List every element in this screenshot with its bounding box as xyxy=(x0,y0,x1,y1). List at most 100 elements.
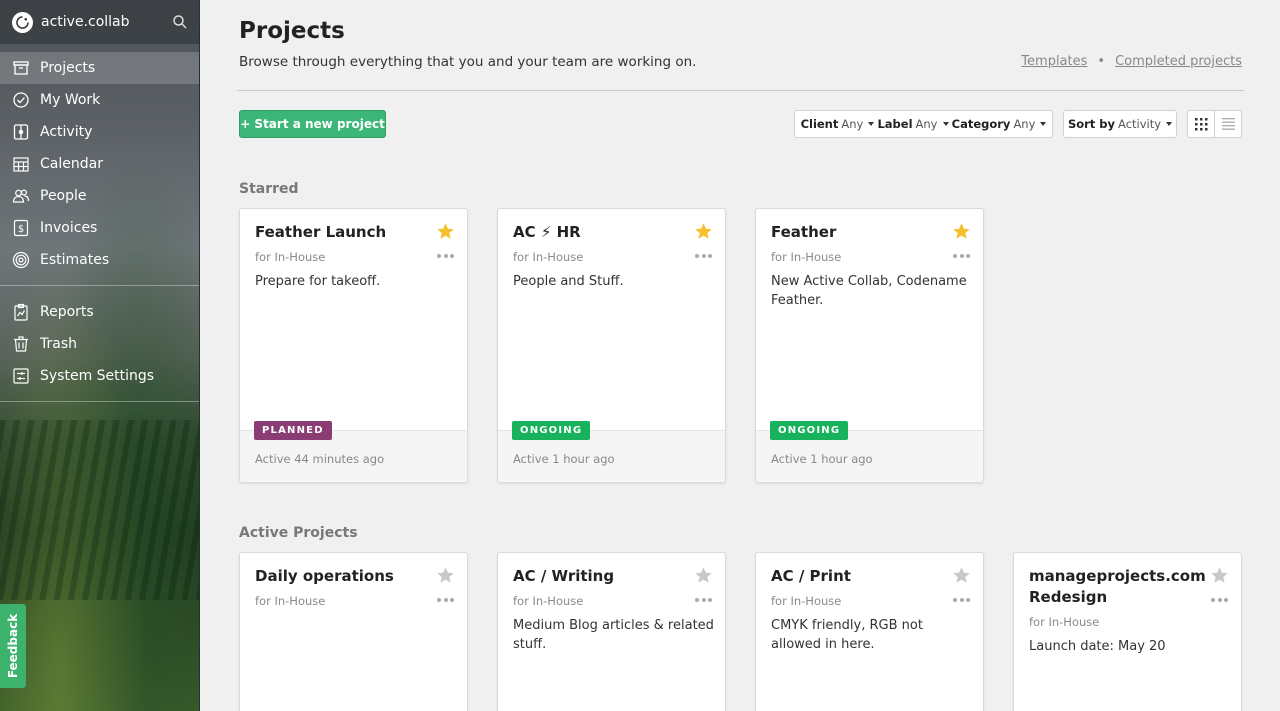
category-filter[interactable]: Category Any xyxy=(952,117,1047,131)
check-circle-icon xyxy=(12,91,30,109)
project-title[interactable]: AC ⚡ HR xyxy=(513,222,688,243)
page-subtitle: Browse through everything that you and y… xyxy=(239,54,697,70)
filter-value: Any xyxy=(841,117,864,131)
filter-value: Any xyxy=(1013,117,1036,131)
grid-view-button[interactable] xyxy=(1188,111,1214,137)
star-outline-icon[interactable] xyxy=(694,566,713,585)
caret-down-icon xyxy=(942,122,949,126)
star-outline-icon[interactable] xyxy=(952,566,971,585)
label-filter[interactable]: Label Any xyxy=(877,117,949,131)
settings-sliders-icon xyxy=(12,367,30,385)
status-badge: ONGOING xyxy=(512,421,591,440)
sidebar-header: active.collab xyxy=(0,0,199,44)
more-options-icon[interactable] xyxy=(437,598,454,604)
grid-view-icon xyxy=(1194,117,1208,130)
project-client: for In-House xyxy=(255,250,326,264)
sort-label: Sort by xyxy=(1067,117,1116,131)
project-title[interactable]: AC / Print xyxy=(771,566,946,587)
sidebar-item-estimates[interactable]: Estimates xyxy=(0,244,199,276)
star-outline-icon[interactable] xyxy=(1210,566,1229,585)
project-description: Prepare for takeoff. xyxy=(255,274,381,289)
feedback-label: Feedback xyxy=(6,613,21,679)
sidebar-item-trash[interactable]: Trash xyxy=(0,328,199,360)
activity-icon xyxy=(12,123,30,141)
sidebar-item-my-work[interactable]: My Work xyxy=(0,84,199,116)
project-card[interactable]: AC / Print for In-House CMYK friendly, R… xyxy=(755,552,984,711)
filter-label: Label xyxy=(877,117,913,131)
project-card[interactable]: manageprojects.com Redesign for In-House… xyxy=(1013,552,1242,711)
sidebar-item-reports[interactable]: Reports xyxy=(0,296,199,328)
start-new-project-button[interactable]: + Start a new project xyxy=(239,110,386,138)
app-logo-icon[interactable] xyxy=(12,11,33,33)
sidebar-item-label: Activity xyxy=(40,124,93,140)
estimates-icon xyxy=(12,251,30,269)
header-divider xyxy=(237,90,1244,91)
project-client: for In-House xyxy=(255,594,326,608)
project-activity: Active 1 hour ago xyxy=(771,452,873,466)
project-card[interactable]: Feather Launch for In-House Prepare for … xyxy=(239,208,468,483)
sidebar-item-label: Estimates xyxy=(40,252,110,268)
project-description: Medium Blog articles & related stuff. xyxy=(513,618,714,652)
project-description: CMYK friendly, RGB not allowed in here. xyxy=(771,618,923,652)
sidebar-divider xyxy=(0,401,199,402)
sidebar-item-projects[interactable]: Projects xyxy=(0,52,199,84)
project-card[interactable]: Feather for In-House New Active Collab, … xyxy=(755,208,984,483)
more-options-icon[interactable] xyxy=(1211,598,1228,604)
project-title[interactable]: Daily operations xyxy=(255,566,430,587)
list-view-icon xyxy=(1221,118,1235,130)
project-card[interactable]: AC ⚡ HR for In-House People and Stuff. O… xyxy=(497,208,726,483)
caret-down-icon xyxy=(868,122,875,126)
filter-bar: Client Any Label Any Category Any xyxy=(794,110,1053,138)
star-filled-icon[interactable] xyxy=(694,222,713,241)
calendar-icon xyxy=(12,155,30,173)
more-options-icon[interactable] xyxy=(695,254,712,260)
sidebar-item-activity[interactable]: Activity xyxy=(0,116,199,148)
project-card[interactable]: AC / Writing for In-House Medium Blog ar… xyxy=(497,552,726,711)
sidebar: active.collab Projects My Work Activity … xyxy=(0,0,200,711)
project-client: for In-House xyxy=(513,250,584,264)
link-separator: • xyxy=(1097,54,1106,69)
sidebar-item-label: My Work xyxy=(40,92,101,108)
sidebar-item-label: Trash xyxy=(40,336,77,352)
star-filled-icon[interactable] xyxy=(436,222,455,241)
project-description: People and Stuff. xyxy=(513,274,624,289)
project-title[interactable]: Feather Launch xyxy=(255,222,430,243)
more-options-icon[interactable] xyxy=(437,254,454,260)
search-icon[interactable] xyxy=(172,14,188,30)
sidebar-item-label: People xyxy=(40,188,87,204)
projects-icon xyxy=(12,59,30,77)
invoices-icon: $ xyxy=(12,219,30,237)
status-badge: ONGOING xyxy=(770,421,849,440)
more-options-icon[interactable] xyxy=(953,598,970,604)
sidebar-item-people[interactable]: People xyxy=(0,180,199,212)
header-links: Templates • Completed projects xyxy=(1021,54,1242,69)
project-client: for In-House xyxy=(1029,615,1100,629)
project-description: Launch date: May 20 xyxy=(1029,639,1166,654)
project-title[interactable]: Feather xyxy=(771,222,946,243)
star-outline-icon[interactable] xyxy=(436,566,455,585)
templates-link[interactable]: Templates xyxy=(1021,54,1087,69)
feedback-tab[interactable]: Feedback xyxy=(0,604,26,688)
sidebar-item-calendar[interactable]: Calendar xyxy=(0,148,199,180)
active-section-title: Active Projects xyxy=(239,525,358,541)
sort-dropdown[interactable]: Sort by Activity xyxy=(1063,110,1177,138)
star-filled-icon[interactable] xyxy=(952,222,971,241)
project-title[interactable]: manageprojects.com Redesign xyxy=(1029,566,1206,608)
app-brand[interactable]: active.collab xyxy=(41,14,172,30)
project-client: for In-House xyxy=(771,250,842,264)
completed-projects-link[interactable]: Completed projects xyxy=(1115,54,1242,69)
filter-value: Any xyxy=(915,117,938,131)
project-card[interactable]: Daily operations for In-House xyxy=(239,552,468,711)
sidebar-item-label: Invoices xyxy=(40,220,98,236)
project-title[interactable]: AC / Writing xyxy=(513,566,688,587)
sidebar-item-invoices[interactable]: $ Invoices xyxy=(0,212,199,244)
main-content: Projects Browse through everything that … xyxy=(200,0,1280,711)
more-options-icon[interactable] xyxy=(695,598,712,604)
view-toggle xyxy=(1187,110,1242,138)
sidebar-item-system-settings[interactable]: System Settings xyxy=(0,360,199,392)
reports-icon xyxy=(12,303,30,321)
client-filter[interactable]: Client Any xyxy=(801,117,875,131)
list-view-button[interactable] xyxy=(1214,111,1241,137)
more-options-icon[interactable] xyxy=(953,254,970,260)
project-description: New Active Collab, Codename Feather. xyxy=(771,274,967,308)
